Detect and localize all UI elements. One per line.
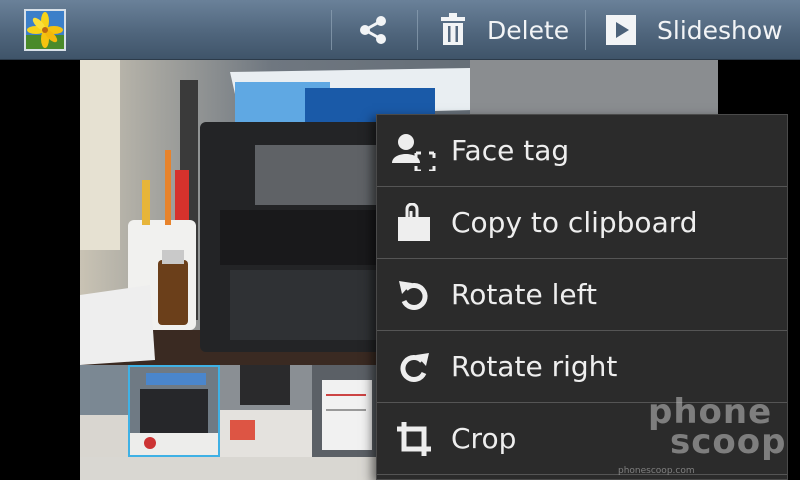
menu-item-rotate-left[interactable]: Rotate left bbox=[377, 259, 787, 331]
menu-item-face-tag[interactable]: Face tag bbox=[377, 115, 787, 187]
filmstrip-thumbnail-selected[interactable] bbox=[128, 365, 220, 457]
watermark-line2: scoop bbox=[670, 422, 787, 462]
filmstrip-thumbnail[interactable] bbox=[220, 365, 312, 457]
phonescoop-watermark: phone scoop phonescoop.com bbox=[618, 392, 798, 480]
menu-item-label: Copy to clipboard bbox=[451, 206, 698, 239]
crop-icon bbox=[377, 420, 451, 458]
action-bar: Delete Slideshow bbox=[0, 0, 800, 60]
rotate-right-icon bbox=[377, 349, 451, 385]
delete-label: Delete bbox=[487, 15, 570, 45]
menu-item-label: Face tag bbox=[451, 134, 570, 167]
delete-button[interactable]: Delete bbox=[439, 0, 569, 60]
gallery-app-icon[interactable] bbox=[24, 9, 66, 51]
play-icon bbox=[605, 14, 637, 46]
menu-item-label: Rotate right bbox=[451, 350, 618, 383]
rotate-left-icon bbox=[377, 277, 451, 313]
filmstrip bbox=[80, 365, 404, 457]
trash-icon bbox=[439, 13, 467, 47]
watermark-url: phonescoop.com bbox=[618, 466, 695, 476]
action-separator bbox=[417, 10, 418, 50]
clipboard-icon bbox=[377, 202, 451, 243]
slideshow-button[interactable]: Slideshow bbox=[605, 0, 783, 60]
menu-item-label: Crop bbox=[451, 422, 517, 455]
action-separator bbox=[585, 10, 586, 50]
face-tag-icon bbox=[377, 131, 451, 171]
menu-item-label: Rotate left bbox=[451, 278, 597, 311]
menu-item-copy-to-clipboard[interactable]: Copy to clipboard bbox=[377, 187, 787, 259]
share-icon bbox=[356, 13, 390, 47]
slideshow-label: Slideshow bbox=[657, 15, 783, 45]
share-button[interactable] bbox=[356, 0, 390, 60]
action-separator bbox=[331, 10, 332, 50]
